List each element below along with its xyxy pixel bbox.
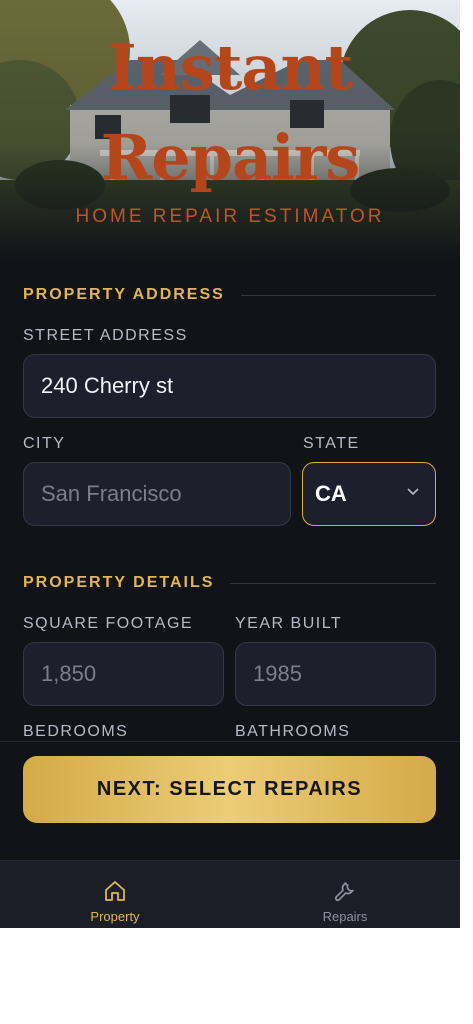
- section-divider: [230, 582, 436, 584]
- city-input[interactable]: San Francisco: [23, 462, 291, 526]
- section-title: PROPERTY ADDRESS: [23, 286, 225, 303]
- section-title: PROPERTY DETAILS: [23, 574, 215, 591]
- app-title-line-2: Repairs: [100, 121, 361, 194]
- tab-repairs[interactable]: Repairs: [230, 861, 460, 928]
- state-select[interactable]: CA: [302, 462, 436, 526]
- app-screen: Instant Repairs HOME REPAIR ESTIMATOR PR…: [0, 0, 460, 928]
- next-select-repairs-button[interactable]: NEXT: SELECT REPAIRS: [23, 756, 436, 823]
- state-label: STATE: [303, 435, 360, 452]
- property-details-heading: PROPERTY DETAILS: [23, 574, 436, 592]
- year-built-input[interactable]: 1985: [235, 642, 436, 706]
- wrench-icon: [334, 882, 354, 902]
- chevron-down-icon: [407, 488, 419, 496]
- square-footage-input[interactable]: 1,850: [23, 642, 224, 706]
- tab-property-label: Property: [90, 909, 140, 924]
- bathrooms-label: BATHROOMS: [235, 723, 351, 740]
- tab-property[interactable]: Property: [0, 861, 230, 928]
- city-label: CITY: [23, 435, 66, 452]
- street-address-label: STREET ADDRESS: [23, 327, 188, 344]
- hero-banner: Instant Repairs HOME REPAIR ESTIMATOR: [0, 0, 460, 262]
- home-icon: [105, 881, 125, 901]
- tab-repairs-label: Repairs: [322, 909, 368, 924]
- street-address-input[interactable]: 240 Cherry st: [23, 354, 436, 418]
- year-built-label: YEAR BUILT: [235, 615, 343, 632]
- app-title-line-1: Instant: [107, 31, 354, 104]
- bedrooms-label: BEDROOMS: [23, 723, 129, 740]
- state-select-value: CA: [315, 481, 347, 506]
- bottom-tab-bar: Property Repairs: [0, 860, 460, 928]
- property-address-heading: PROPERTY ADDRESS: [23, 286, 436, 304]
- section-divider: [240, 294, 436, 296]
- app-subtitle: HOME REPAIR ESTIMATOR: [75, 206, 385, 227]
- square-footage-label: SQUARE FOOTAGE: [23, 615, 194, 632]
